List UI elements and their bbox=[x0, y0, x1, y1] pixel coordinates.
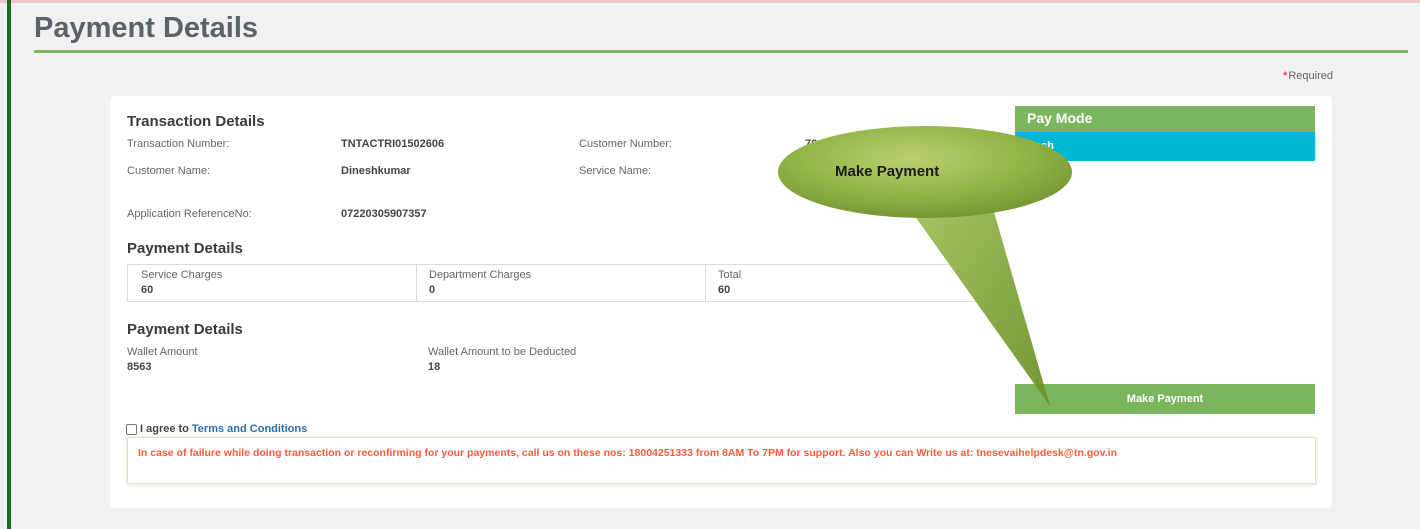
customer-name-value: Dineshkumar bbox=[341, 165, 411, 177]
required-star-icon: * bbox=[1283, 70, 1288, 82]
agree-text: I agree to bbox=[140, 423, 189, 435]
wallet-amount-label: Wallet Amount bbox=[127, 346, 198, 358]
transaction-details-heading: Transaction Details bbox=[127, 113, 265, 130]
department-charges-label: Department Charges bbox=[429, 269, 532, 281]
customer-name-label: Customer Name: bbox=[127, 165, 211, 177]
make-payment-button[interactable]: Make Payment bbox=[1015, 384, 1315, 414]
service-charges-label: Service Charges bbox=[141, 269, 223, 281]
total-value: 60 bbox=[718, 284, 731, 296]
transaction-number-value: TNTACTRI01502606 bbox=[341, 138, 445, 150]
pay-mode-option-cash[interactable]: Cash bbox=[1015, 132, 1315, 161]
customer-number-label: Customer Number: bbox=[579, 138, 672, 150]
transaction-number-label: Transaction Number: bbox=[127, 138, 230, 150]
charges-divider bbox=[416, 265, 417, 301]
wallet-deduct-label: Wallet Amount to be Deducted bbox=[428, 346, 577, 358]
wallet-heading: Payment Details bbox=[127, 321, 243, 338]
pay-mode-heading: Pay Mode bbox=[1015, 106, 1315, 132]
support-notice: In case of failure while doing transacti… bbox=[127, 437, 1316, 484]
required-label: Required bbox=[1288, 70, 1333, 82]
charges-table: Service Charges 60 Department Charges 0 … bbox=[127, 264, 999, 302]
customer-number-value: 76 bbox=[805, 138, 818, 150]
top-divider bbox=[0, 0, 1420, 3]
page-title: Payment Details bbox=[34, 12, 259, 44]
charges-heading: Payment Details bbox=[127, 240, 243, 257]
service-charges-value: 60 bbox=[141, 284, 154, 296]
title-underline bbox=[34, 50, 1408, 53]
department-charges-value: 0 bbox=[429, 284, 436, 296]
callout-label: Make Payment bbox=[835, 163, 940, 180]
charges-divider bbox=[705, 265, 706, 301]
total-label: Total bbox=[718, 269, 742, 281]
pay-mode-panel: Pay Mode Cash bbox=[1015, 106, 1315, 161]
terms-link[interactable]: Terms and Conditions bbox=[192, 423, 307, 435]
service-name-label: Service Name: bbox=[579, 165, 652, 177]
required-note: *Required bbox=[1283, 70, 1333, 82]
app-ref-value: 07220305907357 bbox=[341, 208, 427, 220]
left-accent-bar bbox=[7, 0, 11, 529]
app-ref-label: Application ReferenceNo: bbox=[127, 208, 252, 220]
terms-agreement: I agree to Terms and Conditions bbox=[126, 423, 307, 435]
wallet-deduct-value: 18 bbox=[428, 361, 441, 373]
payment-card: Transaction Details Transaction Number: … bbox=[110, 96, 1332, 508]
terms-checkbox[interactable] bbox=[126, 423, 137, 435]
wallet-amount-value: 8563 bbox=[127, 361, 152, 373]
